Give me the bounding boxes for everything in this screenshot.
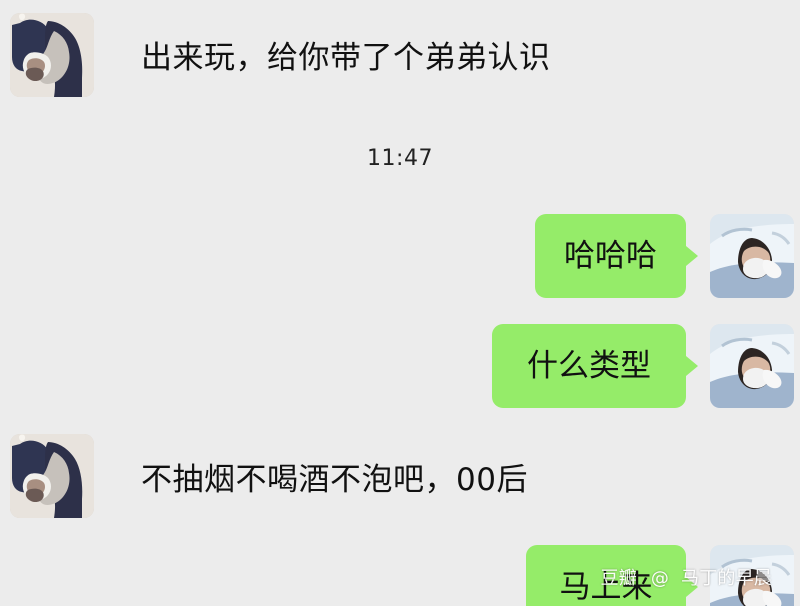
message-timestamp: 11:47 bbox=[367, 146, 433, 171]
watermark-site: 豆瓣 bbox=[600, 568, 637, 589]
outgoing-message-2-text: 什么类型 bbox=[527, 347, 651, 384]
outgoing-message-bubble-2[interactable]: 什么类型 bbox=[492, 324, 698, 408]
contact-avatar-icon[interactable] bbox=[10, 13, 94, 97]
incoming-message-2: 不抽烟不喝酒不泡吧，00后 bbox=[141, 462, 528, 498]
watermark-user: 马丁的早晨 bbox=[681, 568, 772, 589]
incoming-message-1: 出来玩，给你带了个弟弟认识 bbox=[141, 40, 551, 76]
outgoing-message-bubble-1[interactable]: 哈哈哈 bbox=[535, 214, 698, 298]
chat-screen: 出来玩，给你带了个弟弟认识 11:47 哈哈哈 什么类型 不抽烟不喝酒不泡吧，0… bbox=[0, 0, 800, 606]
watermark-at: @ bbox=[650, 568, 670, 589]
outgoing-message-1-text: 哈哈哈 bbox=[564, 237, 657, 274]
self-avatar-icon[interactable] bbox=[710, 324, 794, 408]
douban-watermark: 豆瓣 @ 马丁的早晨 bbox=[601, 564, 772, 590]
contact-avatar-icon[interactable] bbox=[10, 434, 94, 518]
self-avatar-icon[interactable] bbox=[710, 214, 794, 298]
